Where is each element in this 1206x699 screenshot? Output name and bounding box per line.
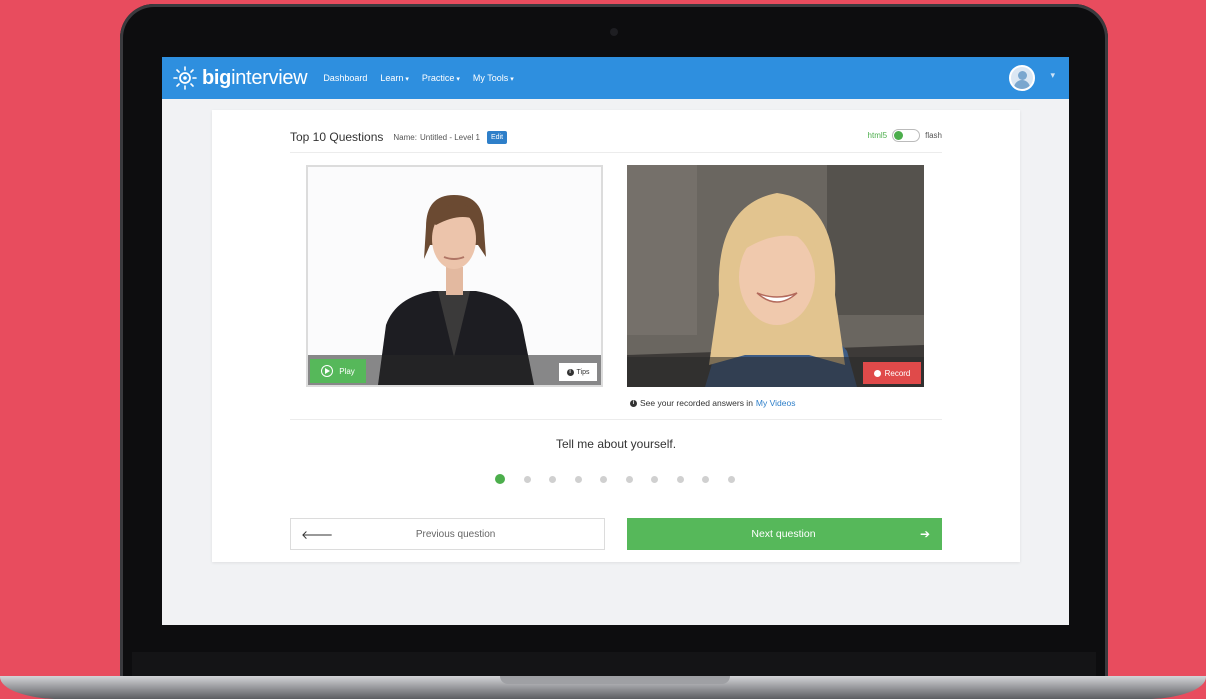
nav-item-practice[interactable]: Practice ▾ (422, 73, 460, 83)
nav-item-learn[interactable]: Learn ▾ (380, 73, 409, 83)
avatar-body (1014, 80, 1030, 89)
info-icon: i (566, 368, 574, 376)
interviewer-video[interactable]: Play i Tips (306, 165, 603, 387)
info-icon: i (630, 399, 637, 407)
progress-dot-5[interactable] (600, 475, 607, 483)
play-button[interactable]: Play (310, 359, 366, 383)
avatar-head (1017, 71, 1027, 80)
name-value: Untitled - Level 1 (419, 132, 480, 142)
nav-menu: Dashboard Learn ▾ Practice ▾ My Tools ▾ (323, 73, 526, 83)
question-text: Tell me about yourself. (555, 437, 677, 451)
player-mode-toggle: html5 flash (868, 129, 942, 142)
webcam-video[interactable]: Record (627, 165, 924, 387)
progress-dot-8[interactable] (676, 475, 684, 483)
progress-dot-4[interactable] (574, 475, 582, 483)
record-button[interactable]: Record (863, 362, 921, 384)
user-avatar[interactable] (1009, 65, 1035, 91)
practice-card: Top 10 Questions Name: Untitled - Level … (212, 110, 1020, 562)
progress-dot-10[interactable] (727, 475, 735, 483)
question-progress-dots (495, 474, 753, 484)
mode-switch[interactable] (892, 129, 921, 142)
record-label: Record (884, 368, 911, 378)
chevron-down-icon[interactable]: ▾ (1050, 70, 1055, 81)
chevron-down-icon: ▾ (510, 76, 514, 83)
edit-button[interactable]: Edit (487, 130, 508, 144)
play-icon (321, 365, 334, 377)
arrow-right-icon: ➔ (919, 527, 930, 541)
interviewer-image (308, 167, 601, 385)
play-label: Play (339, 366, 355, 376)
progress-dot-9[interactable] (702, 475, 709, 483)
name-label: Name: (393, 132, 417, 142)
nav-item-my-tools[interactable]: My Tools ▾ (473, 73, 514, 83)
next-question-label: Next question (751, 528, 816, 540)
tips-button[interactable]: i Tips (559, 363, 597, 381)
webcam-lens (610, 28, 618, 36)
laptop-notch (500, 676, 730, 684)
divider (290, 419, 942, 420)
sun-logo-icon (173, 66, 197, 90)
progress-dot-3[interactable] (549, 475, 556, 483)
tips-label: Tips (576, 368, 590, 376)
app-screen: biginterview Dashboard Learn ▾ Practice ▾ … (162, 57, 1069, 625)
logo-text: biginterview (202, 66, 308, 89)
previous-question-label: Previous question (415, 528, 496, 540)
page-title: Top 10 Questions (290, 130, 384, 144)
previous-question-button[interactable]: 🡐 Previous question (290, 518, 605, 550)
record-dot-icon (873, 369, 881, 377)
recorded-note-text: See your recorded answers in (640, 398, 753, 408)
chevron-down-icon: ▾ (405, 76, 409, 83)
divider (290, 152, 942, 153)
progress-dot-7[interactable] (651, 475, 658, 483)
nav-item-dashboard[interactable]: Dashboard (323, 73, 367, 83)
mode-html5-label: html5 (867, 131, 888, 140)
progress-dot-2[interactable] (523, 475, 531, 483)
switch-knob (894, 131, 904, 140)
mode-flash-label: flash (925, 131, 942, 140)
laptop-chin (132, 652, 1096, 676)
progress-dot-1[interactable] (495, 474, 505, 484)
chevron-down-icon: ▾ (456, 76, 460, 83)
webcam-image (627, 165, 924, 387)
top-navbar: biginterview Dashboard Learn ▾ Practice ▾ … (162, 57, 1069, 99)
logo[interactable]: biginterview (172, 65, 308, 91)
recorded-answers-note: i See your recorded answers in My Videos (630, 398, 795, 408)
arrow-left-icon: 🡐 (301, 527, 334, 542)
card-header: Top 10 Questions Name: Untitled - Level … (290, 130, 508, 144)
my-videos-link[interactable]: My Videos (756, 398, 796, 408)
next-question-button[interactable]: Next question ➔ (627, 518, 942, 550)
progress-dot-6[interactable] (625, 475, 633, 483)
